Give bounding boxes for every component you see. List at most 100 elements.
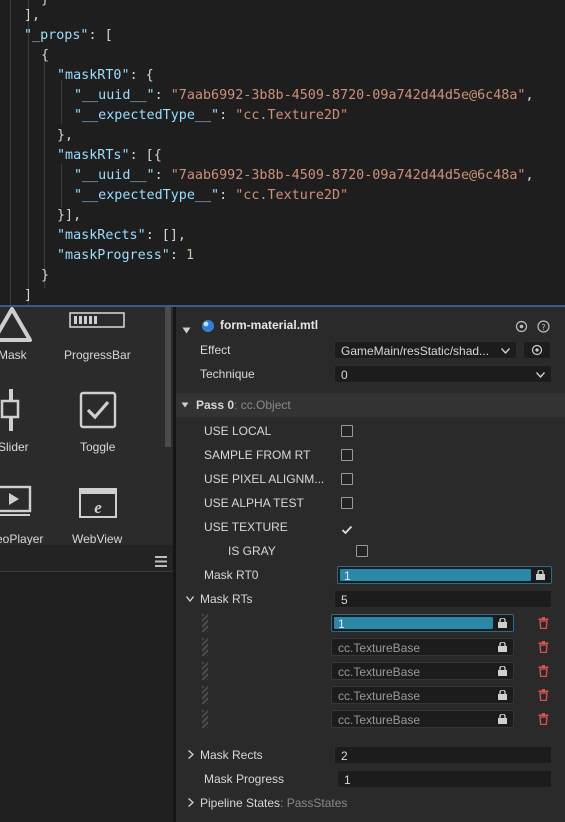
delete-icon[interactable] — [538, 689, 549, 701]
mask-rts-row: Mask RTs 5 — [176, 587, 565, 611]
expand-arrow-icon — [188, 798, 194, 807]
webview-icon[interactable]: e — [78, 487, 118, 519]
mask-rt-asset-field[interactable]: cc.TextureBase — [331, 686, 514, 704]
mask-rts-item: cc.TextureBase — [176, 659, 565, 683]
svg-text:e: e — [94, 498, 102, 517]
lock-icon[interactable] — [497, 618, 508, 628]
mask-rt-asset-field[interactable]: cc.TextureBase — [331, 710, 514, 728]
indent-guide — [61, 80, 62, 124]
technique-row: Technique 0 — [176, 362, 565, 386]
mask-rects-row: Mask Rects 2 — [176, 743, 565, 767]
component-label-toggle: Toggle — [80, 440, 116, 454]
scrollbar[interactable] — [165, 307, 171, 447]
crosshair-icon — [531, 344, 543, 356]
indent-guide — [61, 164, 62, 208]
lower-panel — [0, 572, 173, 822]
slider-icon[interactable] — [0, 387, 22, 433]
mask-rts-item: cc.TextureBase — [176, 707, 565, 731]
option-label: SAMPLE FROM RT — [204, 448, 311, 462]
lock-icon[interactable] — [497, 666, 508, 676]
component-library: Mask ProgressBar Slider Toggle eoPlayer … — [0, 307, 173, 545]
sample-from-rt-checkbox[interactable] — [341, 449, 353, 461]
code-line: "maskProgress": 1 — [57, 248, 195, 263]
toggle-icon[interactable] — [79, 391, 117, 429]
use-pixel-alignment-checkbox[interactable] — [341, 473, 353, 485]
lock-icon[interactable] — [497, 690, 508, 700]
mask-rt0-asset-field[interactable]: 1 — [337, 566, 552, 584]
mask-rt0-label: Mask RT0 — [204, 568, 259, 582]
is-gray-checkbox[interactable] — [356, 545, 368, 557]
option-label: IS GRAY — [228, 544, 276, 558]
code-line: ], — [24, 8, 41, 23]
mask-rt-asset-field[interactable]: cc.TextureBase — [331, 638, 514, 656]
mask-rt-asset-field[interactable]: cc.TextureBase — [331, 662, 514, 680]
inspector-header: form-material.mtl ? — [176, 313, 565, 337]
help-icon[interactable]: ? — [537, 318, 550, 333]
code-line: } — [41, 268, 50, 283]
use-alpha-test-checkbox[interactable] — [341, 497, 353, 509]
collapse-arrow-icon — [181, 402, 189, 408]
progressbar-icon[interactable] — [69, 311, 125, 329]
code-editor[interactable]: } ], "_props": [ { "maskRT0": { "__uuid_… — [0, 0, 565, 306]
code-line: "__uuid__": "7aab6992-3b8b-4509-8720-09a… — [74, 168, 534, 183]
effect-select[interactable]: GameMain/resStatic/shad... — [334, 341, 517, 359]
collapse-arrow-icon[interactable] — [186, 596, 194, 602]
svg-text:?: ? — [541, 323, 545, 332]
lock-icon[interactable] — [535, 570, 546, 580]
code-line: }, — [57, 128, 74, 143]
expand-arrow-icon[interactable] — [188, 750, 194, 759]
collapse-arrow-icon[interactable] — [182, 319, 191, 338]
panel-toolbar — [0, 545, 173, 572]
indent-guide — [10, 0, 11, 306]
mask-icon[interactable] — [0, 307, 32, 343]
drag-handle[interactable] — [202, 638, 208, 656]
mask-rts-item: 1 — [176, 611, 565, 635]
delete-icon[interactable] — [538, 617, 549, 629]
code-line: "__expectedType__": "cc.Texture2D" — [74, 188, 349, 203]
option-row: USE ALPHA TEST — [176, 491, 565, 515]
locate-effect-button[interactable] — [523, 341, 551, 359]
option-row: SAMPLE FROM RT — [176, 443, 565, 467]
pass-header[interactable]: Pass 0: cc.Object — [176, 393, 565, 417]
use-local-checkbox[interactable] — [341, 425, 353, 437]
code-line: "maskRT0": { — [57, 68, 154, 83]
component-label-webview: WebView — [72, 532, 123, 545]
option-row: USE LOCAL — [176, 419, 565, 443]
mask-progress-input[interactable]: 1 — [337, 770, 552, 788]
option-row: USE PIXEL ALIGNM... — [176, 467, 565, 491]
effect-row: Effect GameMain/resStatic/shad... — [176, 338, 565, 362]
use-texture-checkbox[interactable] — [341, 521, 353, 535]
locate-icon[interactable] — [515, 318, 528, 333]
mask-rts-count-input[interactable]: 5 — [334, 590, 552, 608]
indent-guide — [44, 56, 45, 288]
delete-icon[interactable] — [538, 641, 549, 653]
mask-rt-asset-field[interactable]: 1 — [331, 614, 514, 632]
delete-icon[interactable] — [538, 665, 549, 677]
code-line: }], — [57, 208, 82, 223]
menu-icon[interactable] — [155, 552, 167, 567]
chevron-down-icon — [536, 372, 545, 378]
videoplayer-icon[interactable] — [0, 485, 32, 519]
lock-icon[interactable] — [497, 642, 508, 652]
component-label-mask: Mask — [0, 348, 27, 362]
material-icon — [201, 318, 215, 332]
code-line: "__expectedType__": "cc.Texture2D" — [74, 108, 349, 123]
technique-select[interactable]: 0 — [334, 365, 552, 383]
drag-handle[interactable] — [202, 614, 208, 632]
lock-icon[interactable] — [497, 714, 508, 724]
code-line: { — [41, 48, 50, 63]
technique-label: Technique — [200, 367, 255, 381]
mask-rects-label: Mask Rects — [200, 748, 263, 762]
mask-rts-item: cc.TextureBase — [176, 683, 565, 707]
drag-handle[interactable] — [202, 686, 208, 704]
component-label-videoplayer: eoPlayer — [0, 532, 44, 545]
drag-handle[interactable] — [202, 710, 208, 728]
mask-rects-count-input[interactable]: 2 — [334, 746, 552, 764]
pipeline-states-row[interactable]: Pipeline States: PassStates — [176, 791, 565, 815]
option-row: USE TEXTURE — [176, 515, 565, 539]
drag-handle[interactable] — [202, 662, 208, 680]
code-line: "maskRTs": [{ — [57, 148, 162, 163]
chevron-down-icon — [501, 348, 510, 354]
delete-icon[interactable] — [538, 713, 549, 725]
inspector-title: form-material.mtl — [220, 318, 319, 332]
